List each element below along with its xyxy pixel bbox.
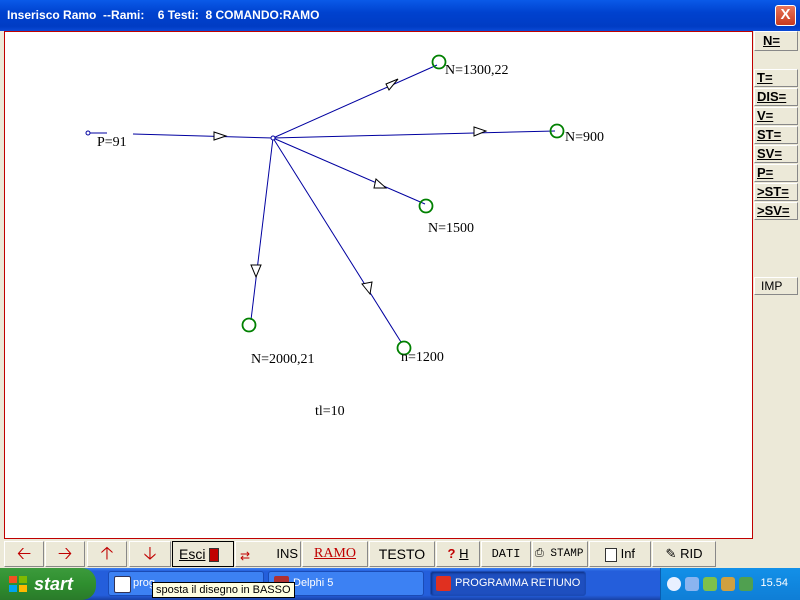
chevron-left-icon[interactable] xyxy=(667,577,681,591)
word-icon xyxy=(114,576,131,593)
network-diagram xyxy=(85,54,565,356)
task-programma-retiuno[interactable]: PROGRAMMA RETIUNO xyxy=(430,571,586,596)
drawing-canvas[interactable]: P=91 N=1300,22 N=900 N=1500 N=2000,21 n=… xyxy=(4,31,753,539)
field-sv-button[interactable]: SV= xyxy=(754,145,798,163)
branch-p[interactable] xyxy=(132,133,274,139)
field-n-button[interactable]: N= xyxy=(754,31,798,51)
right-panel: N= T= DIS= V= ST= SV= P= >ST= >SV= IMP xyxy=(754,31,800,539)
arrow-marker xyxy=(361,281,373,296)
label-n1300: N=1300,22 xyxy=(445,63,509,78)
esci-button[interactable]: Esci xyxy=(172,541,234,567)
label-n900: N=900 xyxy=(565,130,605,145)
door-icon xyxy=(209,548,220,563)
branch-n900[interactable] xyxy=(272,130,556,139)
field-gt-st-button[interactable]: >ST= xyxy=(754,183,798,201)
arrow-marker xyxy=(373,178,388,189)
printer-icon: ⎙ xyxy=(535,548,544,560)
label-p: P=91 xyxy=(97,135,127,150)
arrow-down-icon: 🡣 xyxy=(143,543,157,563)
pencil-icon: ✎ xyxy=(665,546,677,561)
bottom-toolbar: 🡠 🡢 🡡 🡣 Esci ⇄ INS RAMO TESTO ? H DATI ⎙… xyxy=(4,541,716,567)
arrow-marker xyxy=(250,264,262,279)
branch-n2000[interactable] xyxy=(250,137,274,321)
dati-button[interactable]: DATI xyxy=(481,541,531,567)
arrow-right-icon: 🡢 xyxy=(57,543,73,563)
node-n1500[interactable] xyxy=(418,198,434,214)
testo-button[interactable]: TESTO xyxy=(369,541,435,567)
field-gt-sv-button[interactable]: >SV= xyxy=(754,202,798,220)
volume-icon[interactable] xyxy=(721,577,735,591)
field-p-button[interactable]: P= xyxy=(754,164,798,182)
insert-arrows-icon: ⇄ xyxy=(240,549,251,563)
label-n1500: N=1500 xyxy=(428,221,475,236)
clock: 15.54 xyxy=(760,577,788,589)
node-n2000[interactable] xyxy=(241,317,257,333)
arrow-marker xyxy=(213,131,228,141)
taskbar: start prog Delphi 5 PROGRAMMA RETIUNO 15… xyxy=(0,568,800,600)
node-n1300[interactable] xyxy=(431,54,447,70)
arrow-marker xyxy=(385,78,399,91)
network-icon[interactable] xyxy=(685,577,699,591)
ins-button[interactable]: ⇄ INS xyxy=(235,541,301,567)
system-tray: 15.54 xyxy=(660,568,800,600)
security-icon[interactable] xyxy=(739,577,753,591)
field-st-button[interactable]: ST= xyxy=(754,126,798,144)
label-n1200: n=1200 xyxy=(401,350,444,365)
label-tl: tl=10 xyxy=(315,404,345,419)
title-bar: Inserisco Ramo --Rami: 6 Testi: 8 COMAND… xyxy=(0,0,800,31)
document-icon xyxy=(604,547,617,562)
ramo-button[interactable]: RAMO xyxy=(302,541,368,567)
app-icon xyxy=(436,576,451,591)
help-button[interactable]: ? H xyxy=(436,541,480,567)
source-node[interactable] xyxy=(85,130,91,136)
question-icon: ? xyxy=(447,546,456,561)
arrow-left-icon: 🡠 xyxy=(16,543,32,563)
imp-button[interactable]: IMP xyxy=(754,277,798,295)
scroll-right-button[interactable]: 🡢 xyxy=(45,541,85,567)
inf-button[interactable]: Inf xyxy=(589,541,651,567)
windows-logo-icon xyxy=(9,576,27,592)
hub-node[interactable] xyxy=(270,135,276,141)
stampa-button[interactable]: ⎙ STAMP xyxy=(532,541,588,567)
rid-button[interactable]: ✎ RID xyxy=(652,541,716,567)
branch-n1300[interactable] xyxy=(272,64,438,139)
close-button[interactable]: X xyxy=(775,5,796,26)
scroll-down-button[interactable]: 🡣 xyxy=(129,541,171,567)
arrow-marker xyxy=(473,126,488,137)
arrow-up-icon: 🡡 xyxy=(100,543,114,563)
field-t-button[interactable]: T= xyxy=(754,69,798,87)
scroll-left-button[interactable]: 🡠 xyxy=(4,541,44,567)
field-v-button[interactable]: V= xyxy=(754,107,798,125)
window-title: Inserisco Ramo --Rami: 6 Testi: 8 COMAND… xyxy=(7,8,320,22)
tray-app-icon[interactable] xyxy=(703,577,717,591)
scroll-up-button[interactable]: 🡡 xyxy=(87,541,127,567)
tooltip: sposta il disegno in BASSO xyxy=(152,582,295,598)
branch-n1200[interactable] xyxy=(272,137,402,343)
branch-n1500[interactable] xyxy=(272,137,426,205)
start-button[interactable]: start xyxy=(0,568,96,600)
label-n2000: N=2000,21 xyxy=(251,352,315,367)
field-dis-button[interactable]: DIS= xyxy=(754,88,798,106)
